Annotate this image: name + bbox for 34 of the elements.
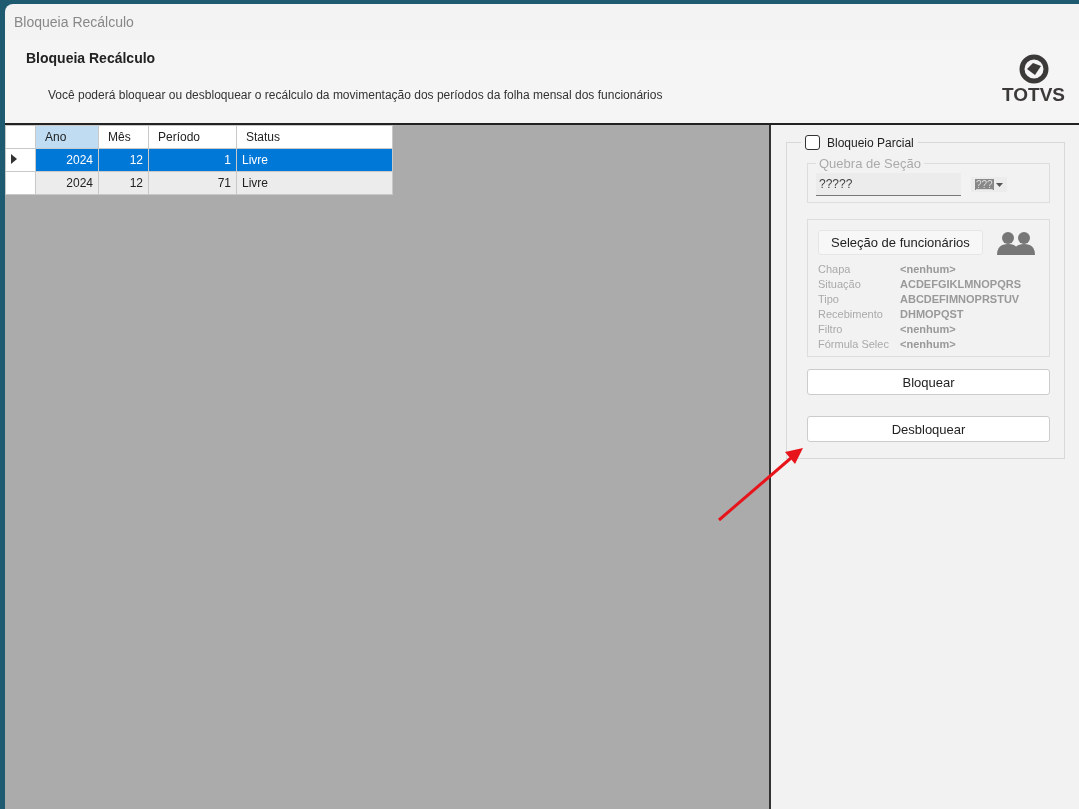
checkbox-label: Bloqueio Parcial <box>827 135 914 150</box>
field-label: Chapa <box>818 262 852 277</box>
header-description: Você poderá bloquear ou desbloquear o recálculo da movimentação dos períodos da folha mensal dos funcionários <box>47 88 663 102</box>
field-value: <nenhum> <box>900 262 957 277</box>
table-row[interactable]: 2024 12 71 Livre <box>5 171 393 195</box>
table-cell: Livre <box>236 171 393 195</box>
header-title: Bloqueia Recálculo <box>26 50 157 66</box>
logo-icon <box>1017 54 1050 84</box>
field-label: Filtro <box>818 322 844 337</box>
field-value: <nenhum> <box>900 322 957 337</box>
field-value: DHMOPQST <box>900 307 965 322</box>
action-button[interactable]: Bloquear <box>807 369 1050 395</box>
row-header <box>5 171 36 195</box>
action-button[interactable]: Desbloquear <box>807 416 1050 442</box>
window-title: Bloqueia Recálculo <box>14 14 134 30</box>
column-header[interactable]: Período <box>148 125 237 149</box>
field-label: Recebimento <box>818 307 884 322</box>
group-label: Quebra de Seção <box>819 156 921 171</box>
field-label: Tipo <box>818 292 840 307</box>
checkbox[interactable] <box>805 135 820 150</box>
field-label: Situação <box>818 277 862 292</box>
table-row[interactable]: 2024 12 1 Livre <box>5 148 393 172</box>
field-label: Fórmula Selec <box>818 337 890 352</box>
people-icon <box>996 230 1035 255</box>
column-header[interactable]: Status <box>236 125 393 149</box>
logo-text: TOTVS <box>1002 84 1065 106</box>
table-cell: Livre <box>236 148 393 172</box>
field-value: ACDEFGIKLMNOPQRS <box>900 277 1022 292</box>
field-value: <nenhum> <box>900 337 957 352</box>
column-header[interactable]: Ano <box>35 125 99 149</box>
field-value: ABCDEFIMNOPRSTUV <box>900 292 1021 307</box>
caret-icon <box>995 182 1003 187</box>
column-header[interactable]: Mês <box>98 125 149 149</box>
current-row-icon <box>11 154 17 164</box>
